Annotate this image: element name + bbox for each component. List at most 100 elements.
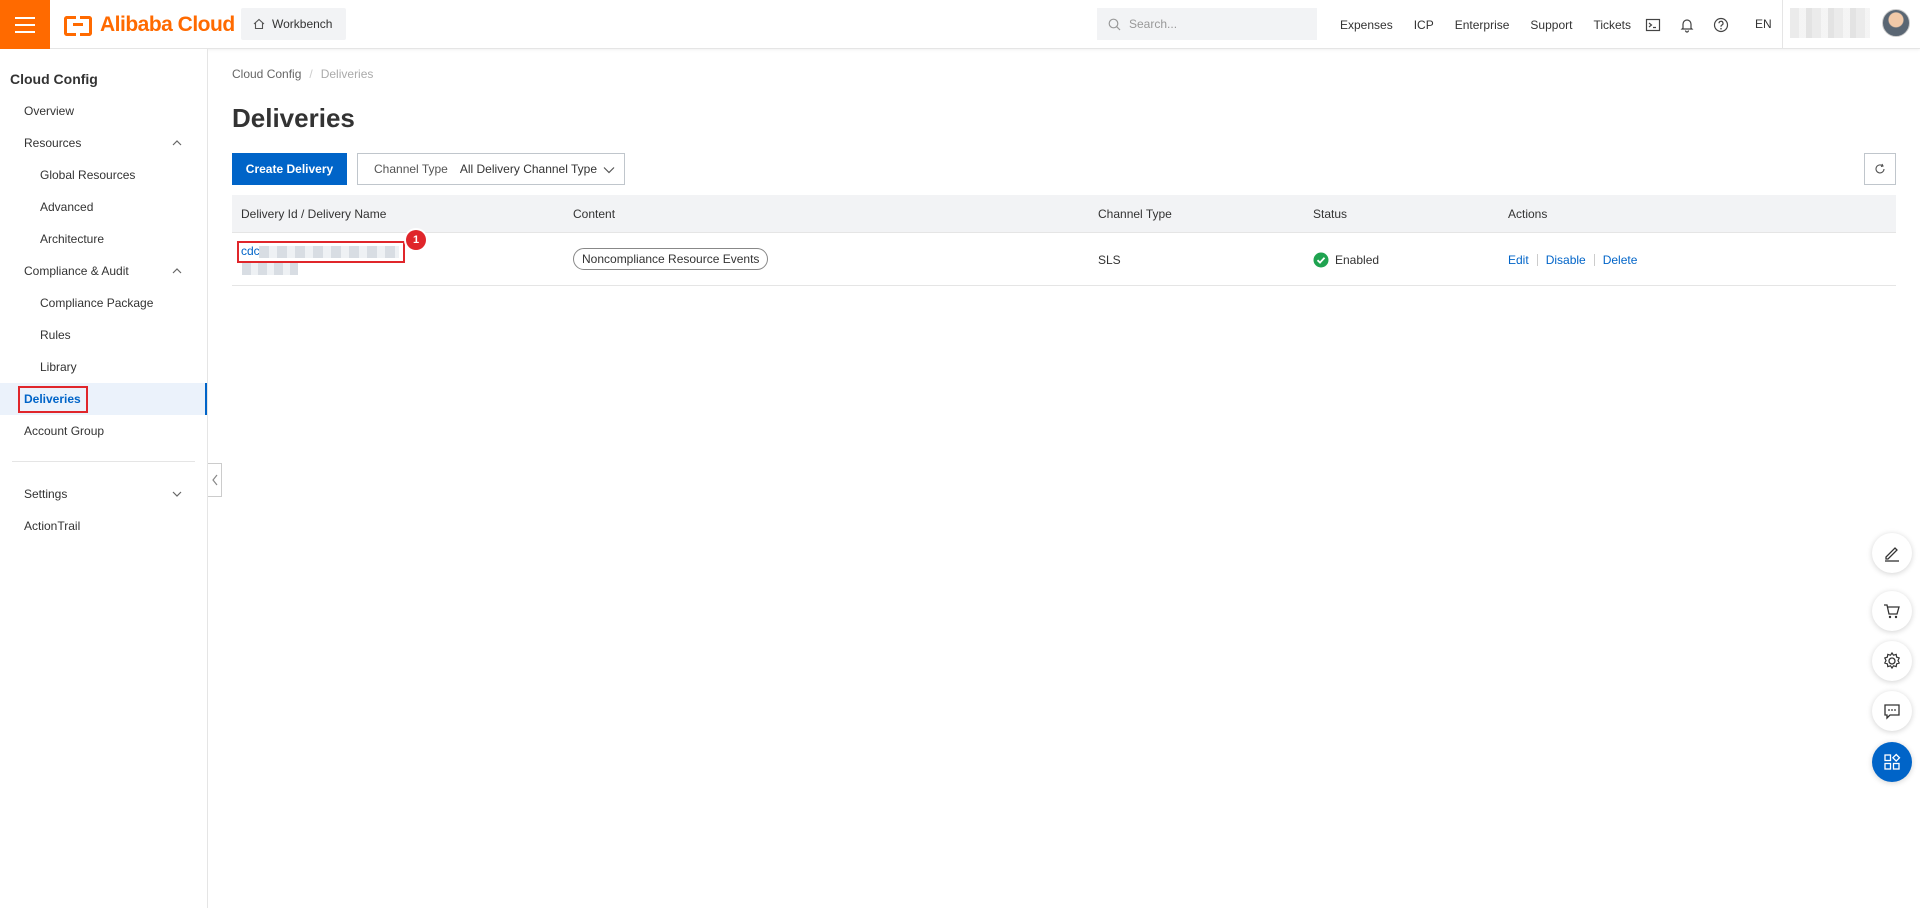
sidebar-item-label: Library (40, 360, 77, 374)
workbench-label: Workbench (272, 17, 333, 31)
refresh-button[interactable] (1864, 153, 1896, 185)
sidebar-item-compliance-package[interactable]: Compliance Package (0, 287, 207, 319)
sidebar-title: Cloud Config (10, 71, 98, 87)
refresh-icon (1875, 163, 1885, 174)
alibaba-cloud-logo[interactable]: Alibaba Cloud (64, 13, 235, 37)
help-icon[interactable] (1713, 17, 1729, 33)
row-actions: Edit Disable Delete (1508, 253, 1637, 267)
sidebar-item-rules[interactable]: Rules (0, 319, 207, 351)
highlight-box (18, 386, 88, 413)
bell-icon[interactable] (1679, 17, 1695, 33)
column-header-channel-type: Channel Type (1098, 207, 1172, 221)
status-text: Enabled (1335, 253, 1380, 267)
content-tag: Noncompliance Resource Events (573, 248, 769, 270)
nav-link-enterprise[interactable]: Enterprise (1455, 18, 1510, 32)
sidebar-item-label: Resources (24, 136, 82, 150)
action-divider (1536, 254, 1538, 266)
apps-icon (1884, 753, 1901, 770)
delete-link[interactable]: Delete (1603, 253, 1638, 267)
nav-link-tickets[interactable]: Tickets (1593, 18, 1631, 32)
chevron-down-icon (603, 167, 615, 174)
apps-button[interactable] (1872, 742, 1912, 782)
sidebar-item-label: Architecture (40, 232, 105, 246)
gear-icon (1883, 651, 1901, 670)
logo-text: Alibaba Cloud (100, 13, 235, 36)
cart-button[interactable] (1872, 591, 1912, 631)
action-divider (1593, 254, 1595, 266)
sidebar-divider (12, 461, 195, 462)
home-icon (253, 18, 265, 30)
select-value: All Delivery Channel Type (459, 162, 598, 176)
channel-type-value: SLS (1098, 253, 1121, 267)
sidebar-item-label: Rules (40, 328, 71, 342)
select-label: Channel Type (374, 162, 448, 176)
sidebar-item-label: Overview (24, 104, 75, 118)
sidebar-item-settings[interactable]: Settings (0, 478, 207, 510)
breadcrumb-current: Deliveries (320, 67, 374, 81)
search-placeholder: Search... (1129, 17, 1178, 31)
status-badge: Enabled (1313, 252, 1379, 268)
workbench-button[interactable]: Workbench (241, 8, 347, 40)
chat-icon (1884, 704, 1900, 720)
table-row: cdc 1 Noncompliance Resource Events SLS … (232, 230, 1896, 286)
sidebar-item-library[interactable]: Library (0, 351, 207, 383)
sidebar-item-label: Advanced (40, 200, 94, 214)
check-circle-icon (1313, 252, 1329, 268)
chat-button[interactable] (1872, 691, 1912, 731)
disable-link[interactable]: Disable (1546, 253, 1586, 267)
highlight-box (237, 241, 405, 263)
channel-type-select[interactable]: Channel Type All Delivery Channel Type (357, 153, 625, 185)
sidebar-item-label: Settings (24, 487, 68, 501)
nav-link-support[interactable]: Support (1530, 18, 1572, 32)
search-input[interactable]: Search... (1097, 8, 1317, 40)
sidebar-item-advanced[interactable]: Advanced (0, 191, 207, 223)
cart-icon (1884, 604, 1900, 619)
top-divider (1782, 0, 1783, 49)
sidebar-item-architecture[interactable]: Architecture (0, 223, 207, 255)
hamburger-menu-icon[interactable] (0, 0, 50, 49)
settings-button[interactable] (1872, 641, 1912, 681)
column-header-actions: Actions (1508, 207, 1548, 221)
breadcrumb-separator: / (309, 67, 313, 81)
account-name-redacted[interactable] (1790, 8, 1870, 38)
sidebar-collapse-button[interactable] (208, 463, 222, 497)
top-links: Expenses ICP Enterprise Support Tickets (1340, 0, 1631, 49)
sidebar-item-overview[interactable]: Overview (0, 95, 207, 127)
sidebar-item-label: Compliance & Audit (24, 264, 129, 278)
sidebar-item-account-group[interactable]: Account Group (0, 415, 207, 447)
column-header-id-name: Delivery Id / Delivery Name (241, 207, 387, 221)
breadcrumb-root[interactable]: Cloud Config (232, 67, 301, 81)
delivery-name-redacted (242, 263, 298, 275)
chevron-left-icon (211, 474, 217, 486)
edit-link[interactable]: Edit (1508, 253, 1529, 267)
sidebar-item-compliance-audit[interactable]: Compliance & Audit (0, 255, 207, 287)
sidebar-item-global-resources[interactable]: Global Resources (0, 159, 207, 191)
nav-link-icp[interactable]: ICP (1414, 18, 1434, 32)
logo-icon (64, 16, 92, 36)
step-number-badge: 1 (406, 230, 426, 250)
terminal-icon[interactable] (1645, 17, 1661, 33)
sidebar-item-label: Account Group (24, 424, 105, 438)
chevron-up-icon[interactable] (171, 265, 183, 277)
edit-icon (1885, 547, 1899, 562)
sidebar-item-actiontrail[interactable]: ActionTrail (0, 510, 207, 542)
sidebar-item-deliveries[interactable]: Deliveries (0, 383, 207, 415)
create-delivery-button[interactable]: Create Delivery (232, 153, 347, 185)
nav-link-expenses[interactable]: Expenses (1340, 18, 1393, 32)
sidebar: Cloud Config Overview Resources Global R… (0, 49, 208, 908)
search-icon (1108, 18, 1121, 30)
table-header: Delivery Id / Delivery Name Content Chan… (232, 195, 1896, 233)
sidebar-item-resources[interactable]: Resources (0, 127, 207, 159)
sidebar-item-label: Compliance Package (40, 296, 154, 310)
language-switch[interactable]: EN (1755, 17, 1772, 31)
chevron-up-icon[interactable] (171, 137, 183, 149)
top-icons (1645, 0, 1729, 49)
breadcrumb: Cloud Config / Deliveries (232, 67, 373, 81)
sidebar-item-label: ActionTrail (24, 519, 81, 533)
feedback-button[interactable] (1872, 533, 1912, 573)
chevron-down-icon[interactable] (171, 488, 183, 500)
column-header-content: Content (573, 207, 616, 221)
avatar[interactable] (1882, 9, 1910, 37)
deliveries-table: Delivery Id / Delivery Name Content Chan… (232, 195, 1896, 286)
top-navigation-bar: Alibaba Cloud Workbench Search... Expens… (0, 0, 1920, 49)
